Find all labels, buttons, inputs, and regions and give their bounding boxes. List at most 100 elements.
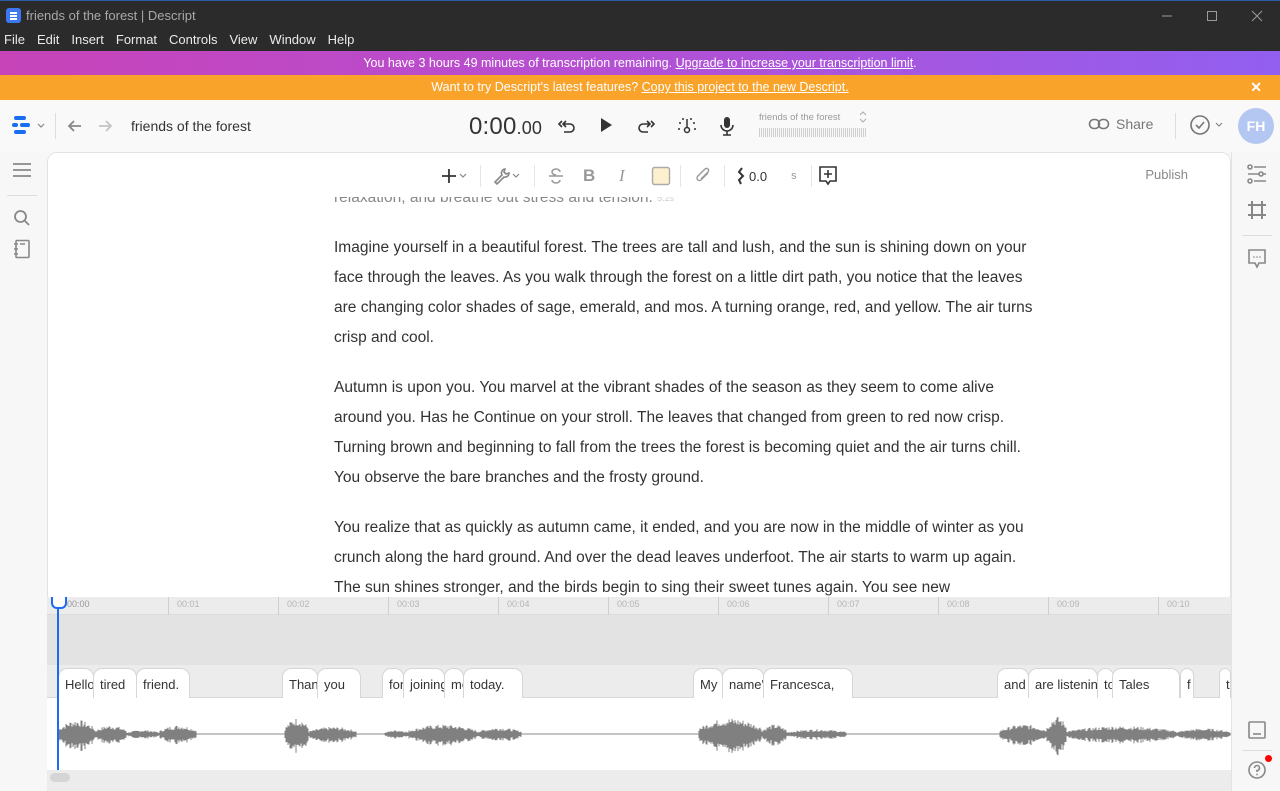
word-chip[interactable]: friend. [136,668,190,698]
menu-controls[interactable]: Controls [169,30,217,51]
horizontal-scrollbar[interactable] [50,773,70,782]
word-chip[interactable]: for [382,668,404,698]
word-chip[interactable]: today. [463,668,523,698]
menu-bar: File Edit Insert Format Controls View Wi… [0,30,1280,51]
divider [480,165,481,187]
menu-format[interactable]: Format [116,30,157,51]
copy-project-link[interactable]: Copy this project to the new Descript. [642,80,849,94]
composition-name[interactable]: friends of the forest [759,112,840,123]
bold-button[interactable]: B [583,165,595,187]
properties-sliders-icon[interactable] [1247,164,1267,184]
word-chip[interactable]: f [1180,668,1194,698]
word-chip[interactable]: name's [722,668,764,698]
menu-help[interactable]: Help [328,30,355,51]
word-chip[interactable]: t [1219,668,1231,698]
publish-button[interactable]: Publish [1145,167,1188,182]
skip-forward-icon[interactable] [636,116,656,136]
word-chip[interactable]: me [444,668,464,698]
insert-button[interactable] [440,165,468,187]
ruler-tick: 00:02 [278,597,310,615]
search-icon[interactable] [13,209,31,227]
project-title[interactable]: friends of the forest [131,118,251,134]
timecode: 0:00.00 [469,113,542,141]
timeline: 00:00 00:01 00:02 00:03 00:04 00:05 00:06 00:07… [47,597,1231,791]
time-ruler[interactable]: 00:00 00:01 00:02 00:03 00:04 00:05 00:06 00:07… [47,597,1231,615]
close-banner-icon[interactable]: ✕ [1250,75,1262,100]
toggle-timeline-icon[interactable] [1247,720,1267,740]
maximize-button[interactable] [1189,1,1235,31]
user-avatar[interactable]: FH [1238,108,1274,144]
scenes-grid-icon[interactable] [1247,200,1267,220]
divider [534,165,535,187]
menu-file[interactable]: File [4,30,25,51]
highlight-button[interactable] [651,165,671,187]
ambient-sound-icon[interactable] [676,115,698,137]
word-track: Hellotiredfriend. Thankyouforjoiningmetod… [47,665,1231,698]
add-comment-button[interactable] [818,165,838,187]
paragraph[interactable]: Autumn is upon you. You marvel at the vi… [334,373,1044,493]
new-descript-banner: Want to try Descript's latest features? … [0,75,1280,100]
audio-level-meter [759,128,867,137]
comments-icon[interactable] [1247,248,1267,270]
waveform-track[interactable] [47,698,1231,770]
word-chip[interactable]: Tales [1112,668,1180,698]
transcription-banner: You have 3 hours 49 minutes of transcrip… [0,51,1280,75]
waveform-segment [698,718,762,753]
help-icon[interactable] [1247,760,1267,780]
strikethrough-button[interactable] [547,165,565,187]
word-chip[interactable]: Thank [282,668,318,698]
menu-hamburger-icon[interactable] [12,162,32,178]
tools-button[interactable] [493,165,521,187]
check-circle-icon[interactable] [1189,114,1211,136]
attach-link-button[interactable] [693,165,713,187]
strikethrough-icon [549,168,563,184]
chevron-down-icon[interactable] [36,122,46,130]
notebook-icon[interactable] [13,239,31,259]
banner-period: . [913,56,917,70]
waveform-segment [786,729,847,740]
menu-edit[interactable]: Edit [37,30,59,51]
playhead[interactable] [51,597,67,770]
gap-duration-field[interactable]: 0.0 s [736,165,797,187]
word-chip[interactable]: My [693,668,723,698]
chevron-down-icon[interactable] [1214,121,1224,129]
divider [811,165,812,187]
chevron-down-icon [459,173,467,178]
menu-view[interactable]: View [229,30,257,51]
back-arrow-icon[interactable] [66,117,84,135]
waveform-segment [408,724,477,746]
word-chip[interactable]: Hello [58,668,94,698]
waveform-segment [999,725,1047,746]
title-bar: friends of the forest | Descript [0,0,1280,30]
paragraph[interactable]: Imagine yourself in a beautiful forest. … [334,233,1044,353]
forward-arrow-icon[interactable] [96,117,114,135]
notification-dot [1265,755,1272,762]
close-window-button[interactable] [1234,1,1280,31]
word-chip[interactable]: are listening [1028,668,1098,698]
divider [1242,750,1272,751]
sort-chevrons-icon[interactable] [858,111,868,123]
microphone-icon[interactable] [718,115,736,137]
share-button[interactable]: Share [1088,116,1153,132]
italic-button[interactable]: I [619,165,625,187]
menu-window[interactable]: Window [269,30,315,51]
word-chip[interactable]: tired [93,668,137,698]
upgrade-link[interactable]: Upgrade to increase your transcription l… [676,56,914,70]
waveform-segment [308,727,357,743]
divider [7,195,37,196]
waveform-segment [58,720,95,751]
descript-logo-icon[interactable] [12,116,32,134]
word-chip[interactable]: you [317,668,361,698]
word-chip[interactable]: joining [403,668,445,698]
minimize-button[interactable] [1144,1,1190,31]
menu-insert[interactable]: Insert [71,30,104,51]
word-chip[interactable]: Francesca, [763,668,853,698]
italic-icon: I [619,166,625,185]
word-chip[interactable]: and [997,668,1029,698]
skip-back-icon[interactable] [557,116,577,136]
paragraph[interactable]: You realize that as quickly as autumn ca… [334,513,1044,598]
play-icon[interactable] [597,116,615,134]
share-label: Share [1116,116,1154,132]
format-toolbar: B I 0.0 s Publish [48,153,1230,197]
waveform-segment [284,719,309,753]
